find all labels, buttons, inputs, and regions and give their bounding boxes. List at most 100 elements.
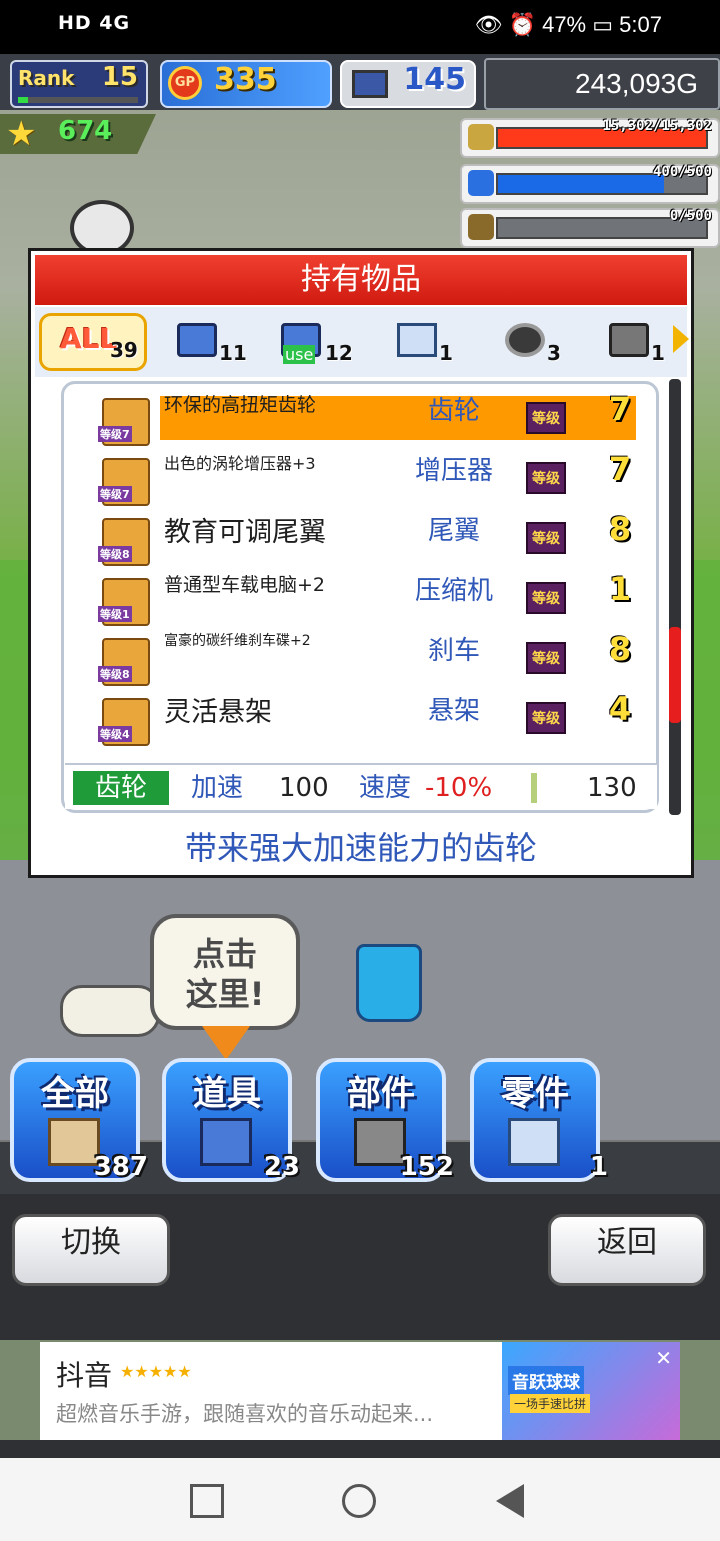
- gp-coin-icon: GP: [168, 66, 202, 100]
- inventory-dialog: 持有物品 ALL 39 11 use 12 1 3 1 等级7 环保的高扭矩齿轮齿…: [28, 248, 694, 878]
- item-row[interactable]: 等级4 灵活悬架 悬架 等级 4: [64, 690, 656, 746]
- category-label: 零件: [501, 1074, 569, 1114]
- recent-apps-icon[interactable]: [190, 1484, 224, 1518]
- item-level: 8: [608, 510, 632, 548]
- wheat-meter-value: 0/500: [669, 208, 712, 224]
- blue-box-icon: [200, 1118, 252, 1166]
- category-all-button[interactable]: 全部 387: [10, 1058, 148, 1182]
- back-nav-icon[interactable]: [496, 1484, 524, 1518]
- battery-percent: 47%: [542, 12, 587, 37]
- item-category: 尾翼: [427, 516, 480, 546]
- category-parts-button[interactable]: 部件 152: [316, 1058, 454, 1182]
- tab-use-items[interactable]: use 12: [279, 313, 365, 371]
- tab-tires[interactable]: 3: [503, 313, 573, 371]
- coin-stack-icon: [468, 124, 494, 150]
- engine-icon: [609, 323, 649, 357]
- tire-icon: [505, 323, 545, 357]
- level-badge: 等级: [526, 582, 566, 614]
- car-card-icon: [508, 1118, 560, 1166]
- wheat-meter: 0/500: [460, 208, 720, 248]
- rank-label: Rank: [18, 66, 75, 90]
- ad-close-icon[interactable]: ✕: [655, 1346, 672, 1370]
- ad-title: 抖音: [56, 1359, 113, 1392]
- funds-meter-value: 15,302/15,302: [602, 118, 712, 134]
- star-value: 674: [58, 116, 113, 146]
- item-level: 7: [608, 390, 632, 428]
- alarm-icon: ⏰: [508, 12, 536, 37]
- engine-icon: [354, 1118, 406, 1166]
- tabs-next-arrow-icon[interactable]: [673, 325, 689, 353]
- accel-label: 加速: [191, 773, 244, 803]
- status-bar: HD 4G 👁 ⏰ 47% ▭ 5:07: [0, 0, 720, 54]
- category-tabs: ALL 39 11 use 12 1 3 1: [35, 307, 689, 377]
- tab-count: 12: [325, 341, 353, 365]
- clock: 5:07: [619, 12, 662, 37]
- car-card-icon: [397, 323, 437, 357]
- star-icon: ★: [6, 114, 37, 154]
- item-level: 7: [608, 450, 632, 488]
- stats-last-value: 130: [587, 773, 637, 803]
- star-panel: ★ 674: [0, 114, 156, 154]
- level-badge: 等级: [526, 702, 566, 734]
- rank-progress: [18, 97, 138, 103]
- tab-count: 1: [439, 341, 453, 365]
- car-sprite: [60, 985, 160, 1037]
- category-count: 387: [93, 1152, 148, 1182]
- dialog-title: 持有物品: [35, 255, 687, 305]
- ad-banner[interactable]: 抖音 ★★★★★ 超燃音乐手游，跟随喜欢的音乐动起来... ✕ 音跃球球 一场手…: [40, 1342, 680, 1442]
- category-count: 1: [589, 1152, 608, 1182]
- category-items-button[interactable]: 道具 23: [162, 1058, 300, 1182]
- ad-description: 超燃音乐手游，跟随喜欢的音乐动起来...: [56, 1402, 434, 1426]
- list-scrollbar[interactable]: [669, 379, 681, 815]
- tab-engines[interactable]: 1: [607, 313, 677, 371]
- tutorial-bubble: 点击 这里!: [150, 914, 300, 1030]
- switch-button[interactable]: 切换: [12, 1214, 170, 1286]
- item-row[interactable]: 等级7 出色的涡轮增压器+3 增压器 等级 7: [64, 450, 656, 506]
- item-level: 4: [608, 690, 632, 728]
- item-name: 灵活悬架: [164, 697, 272, 728]
- level-badge: 等级: [526, 642, 566, 674]
- category-count: 152: [399, 1152, 454, 1182]
- ad-bottom-edge: [0, 1440, 720, 1458]
- category-label: 道具: [193, 1074, 261, 1114]
- gp-panel[interactable]: GP 335: [160, 60, 332, 108]
- computer-panel[interactable]: 145: [340, 60, 476, 108]
- ad-rating: ★★★★★: [120, 1362, 192, 1381]
- fuel-meter: 400/500: [460, 164, 720, 204]
- item-row[interactable]: 等级8 富豪的碳纤维刹车碟+2 刹车 等级 8: [64, 630, 656, 686]
- gp-value: 335: [214, 62, 277, 97]
- back-button[interactable]: 返回: [548, 1214, 706, 1286]
- fuel-meter-value: 400/500: [652, 164, 712, 180]
- item-list[interactable]: 等级7 环保的高扭矩齿轮 齿轮 等级 7 等级7 出色的涡轮增压器+3 增压器 等级 7 等级8 教育…: [61, 381, 659, 813]
- item-row[interactable]: 等级1 普通型车载电脑+2 压缩机 等级 1: [64, 570, 656, 626]
- category-components-button[interactable]: 零件 1: [470, 1058, 608, 1182]
- category-count: 23: [263, 1152, 300, 1182]
- item-level: 1: [608, 570, 632, 608]
- stats-divider: [531, 773, 537, 803]
- item-thumb-level: 等级8: [98, 666, 132, 682]
- status-right: 👁 ⏰ 47% ▭ 5:07: [474, 12, 662, 38]
- wheat-icon: [468, 214, 494, 240]
- level-badge: 等级: [526, 462, 566, 494]
- item-row[interactable]: 等级8 教育可调尾翼 尾翼 等级 8: [64, 510, 656, 566]
- tab-cars[interactable]: 1: [395, 313, 465, 371]
- tab-items[interactable]: 11: [175, 313, 251, 371]
- money-value: 243,093G: [575, 68, 698, 99]
- item-row[interactable]: 等级7 环保的高扭矩齿轮 齿轮 等级 7: [64, 390, 656, 446]
- category-label: 全部: [41, 1074, 109, 1114]
- ad-image[interactable]: ✕ 音跃球球 一场手速比拼: [502, 1342, 680, 1442]
- item-category: 齿轮: [427, 396, 480, 426]
- speed-value: -10%: [425, 773, 493, 803]
- tab-all[interactable]: ALL 39: [39, 313, 147, 371]
- network-indicator: HD 4G: [58, 12, 131, 34]
- item-category: 压缩机: [414, 576, 493, 606]
- tab-use-label: use: [283, 345, 316, 364]
- home-icon[interactable]: [342, 1484, 376, 1518]
- item-category: 悬架: [427, 696, 480, 726]
- computer-icon: [352, 70, 388, 98]
- item-level: 8: [608, 630, 632, 668]
- item-thumb-level: 等级4: [98, 726, 132, 742]
- eye-icon: 👁: [474, 12, 503, 37]
- category-label: 部件: [347, 1074, 415, 1114]
- money-panel: 243,093G: [484, 58, 720, 110]
